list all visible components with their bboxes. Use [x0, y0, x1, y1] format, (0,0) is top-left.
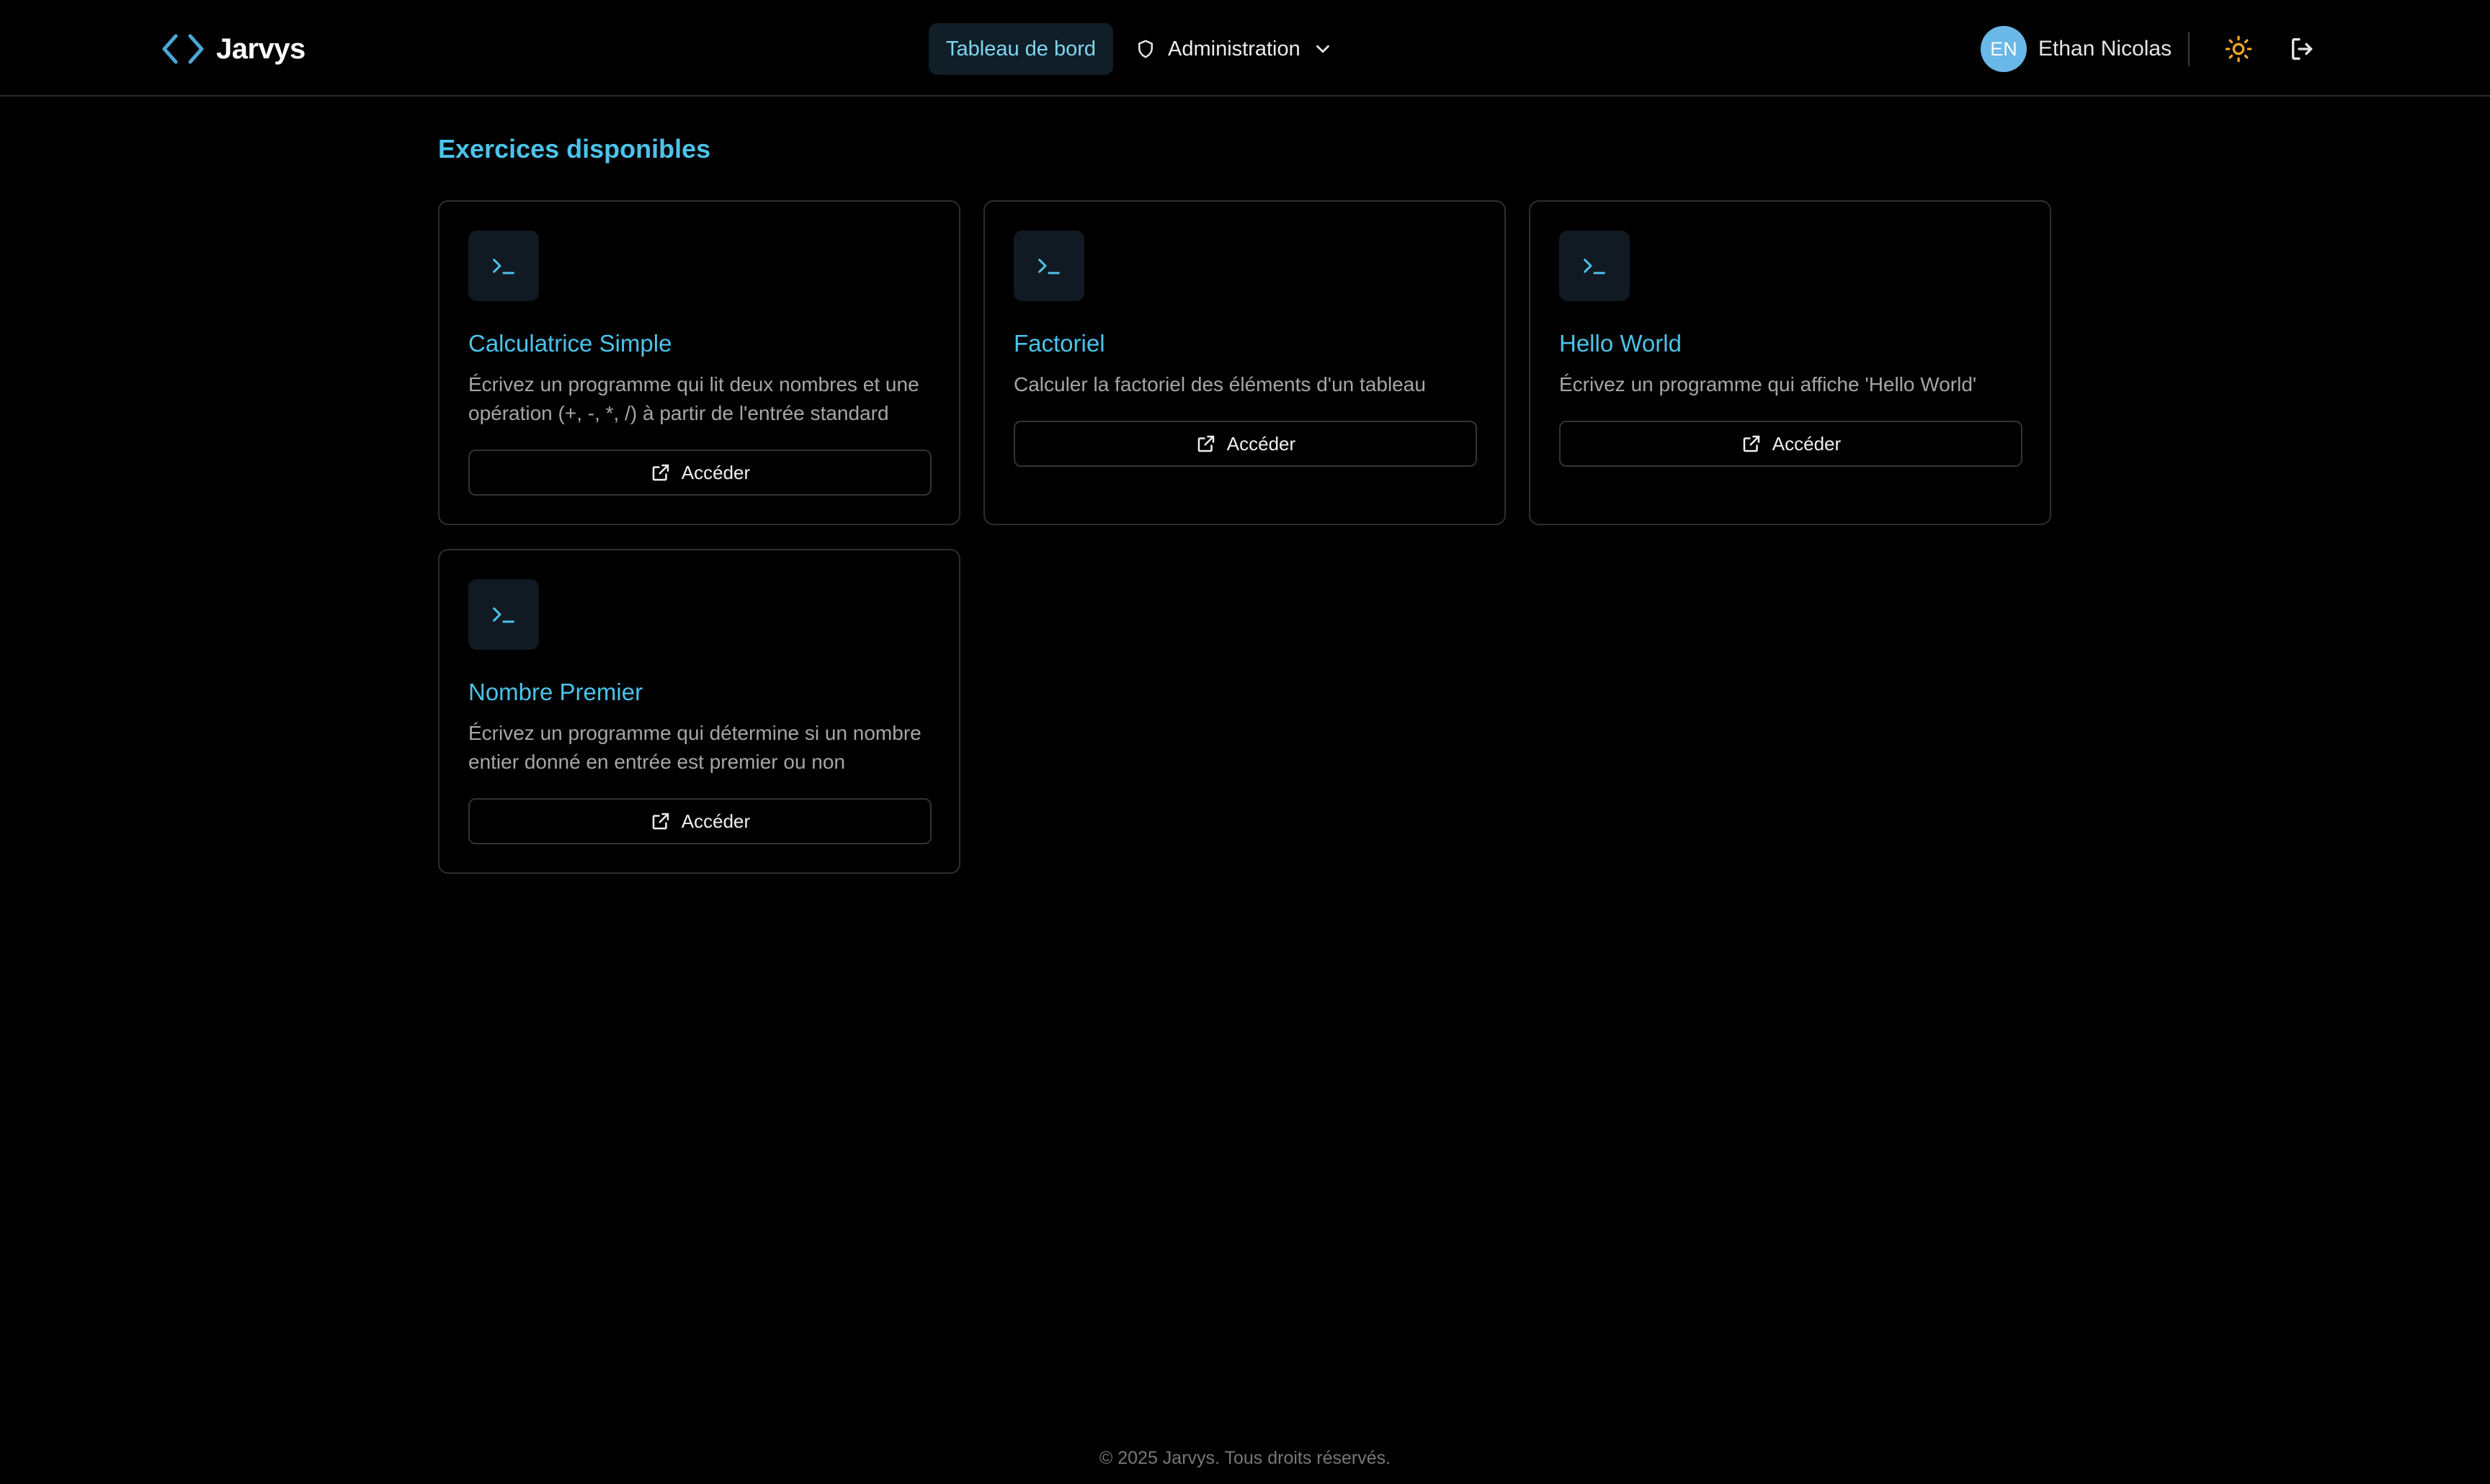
exercise-description: Calculer la factoriel des éléments d'un … — [1014, 373, 1426, 395]
access-button[interactable]: Accéder — [468, 450, 932, 496]
code-brackets-icon — [162, 34, 204, 64]
exercise-title: Hello World — [1559, 330, 1682, 357]
external-link-icon — [652, 813, 669, 830]
external-link-icon — [1743, 435, 1760, 452]
brand[interactable]: Jarvys — [161, 32, 305, 66]
top-navigation-bar: Jarvys Tableau de bord Administration EN… — [0, 0, 2490, 97]
exercise-title: Nombre Premier — [468, 679, 643, 705]
exercise-title: Factoriel — [1014, 330, 1105, 357]
exercise-card: Calculatrice Simple Écrivez un programme… — [438, 200, 960, 525]
access-button[interactable]: Accéder — [1014, 421, 1477, 467]
terminal-icon — [468, 579, 539, 650]
nav-tab-dashboard[interactable]: Tableau de bord — [929, 23, 1113, 75]
external-link-icon — [1197, 435, 1215, 452]
access-button[interactable]: Accéder — [468, 798, 932, 844]
exercise-description: Écrivez un programme qui détermine si un… — [468, 722, 922, 773]
access-button-label: Accéder — [1772, 432, 1842, 455]
brand-name: Jarvys — [216, 32, 305, 65]
nav-tab-administration[interactable]: Administration — [1125, 23, 1344, 75]
exercise-title: Calculatrice Simple — [468, 330, 672, 357]
shield-icon — [1138, 40, 1153, 58]
exercise-description: Écrivez un programme qui affiche 'Hello … — [1559, 373, 1977, 395]
logout-icon — [2292, 38, 2313, 61]
exercise-card: Hello World Écrivez un programme qui aff… — [1529, 200, 2051, 525]
logout-button[interactable] — [2285, 32, 2320, 66]
section-title: Exercices disponibles — [438, 134, 711, 164]
sun-icon — [2225, 35, 2252, 63]
terminal-icon — [1014, 231, 1084, 301]
access-button[interactable]: Accéder — [1559, 421, 2022, 467]
avatar: EN — [1981, 26, 2027, 72]
chevron-down-icon — [1316, 45, 1329, 53]
exercise-card: Factoriel Calculer la factoriel des élém… — [983, 200, 1506, 525]
access-button-label: Accéder — [681, 461, 751, 483]
exercise-card: Nombre Premier Écrivez un programme qui … — [438, 549, 960, 874]
terminal-icon — [1559, 231, 1630, 301]
theme-toggle-button[interactable] — [2221, 32, 2256, 66]
nav-tab-administration-label: Administration — [1168, 37, 1300, 61]
terminal-icon — [468, 231, 539, 301]
main-nav: Tableau de bord Administration — [929, 23, 1344, 75]
user-name: Ethan Nicolas — [2038, 37, 2172, 61]
exercise-description: Écrivez un programme qui lit deux nombre… — [468, 373, 919, 424]
external-link-icon — [652, 464, 669, 481]
header-divider — [2188, 32, 2190, 66]
access-button-label: Accéder — [1226, 432, 1296, 455]
access-button-label: Accéder — [681, 810, 751, 832]
footer: © 2025 Jarvys. Tous droits réservés. — [1099, 1448, 1391, 1468]
user-menu[interactable]: EN Ethan Nicolas — [1981, 26, 2172, 72]
